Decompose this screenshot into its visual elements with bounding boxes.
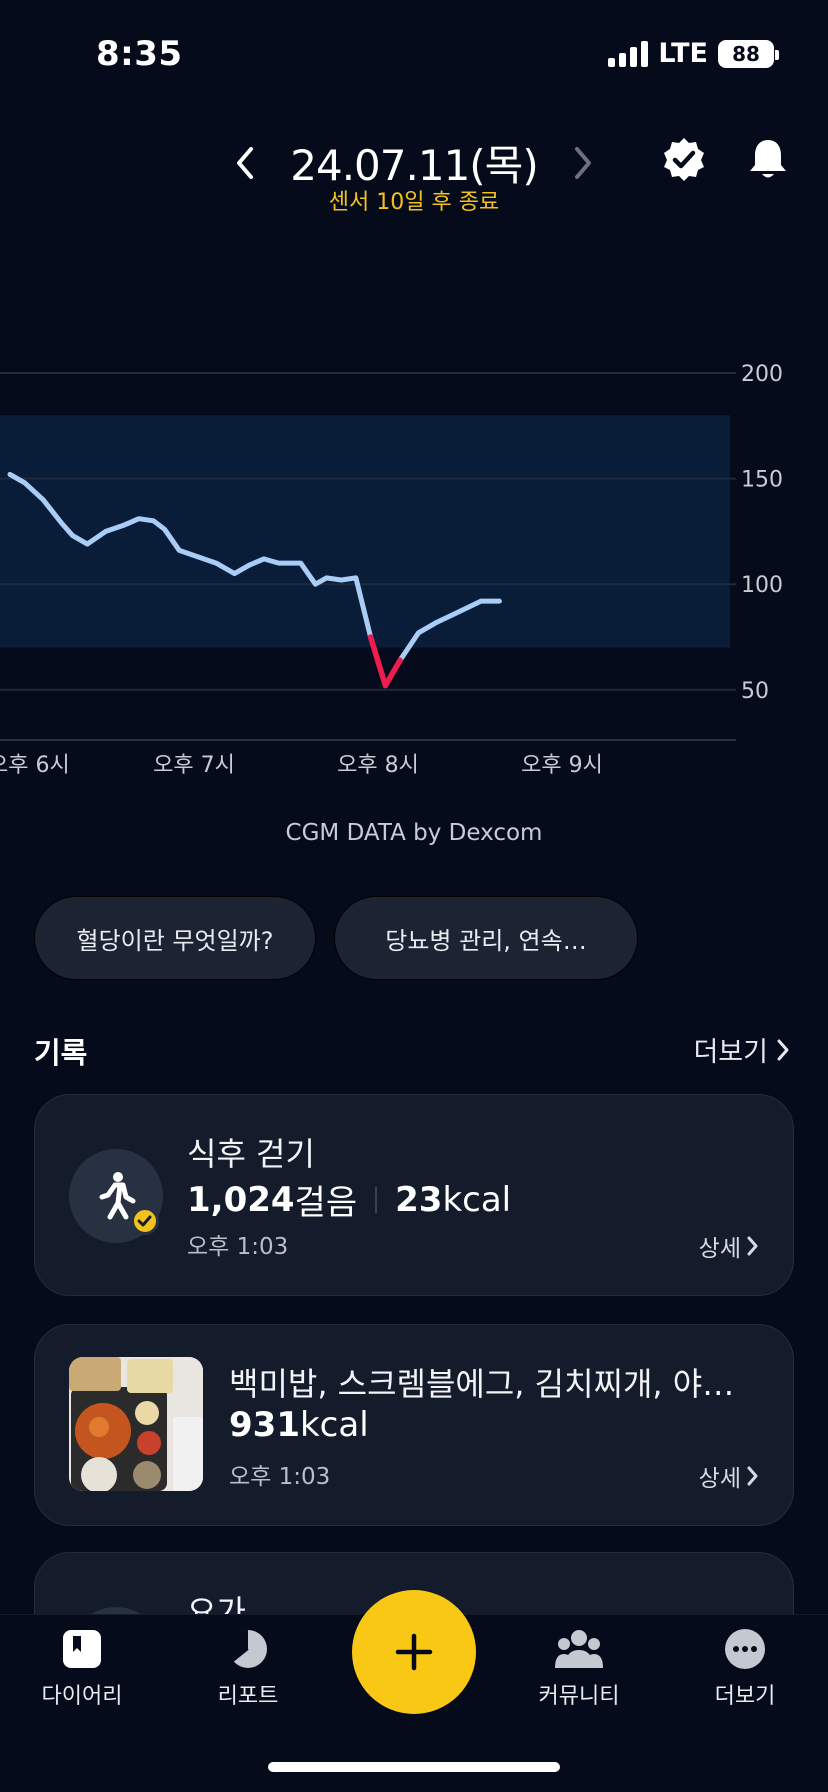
detail-label: 상세 (698, 1236, 741, 1262)
records-more-label: 더보기 (693, 1037, 768, 1068)
report-icon (228, 1629, 267, 1668)
home-indicator (268, 1762, 560, 1772)
add-record-button[interactable] (352, 1590, 476, 1714)
verified-button[interactable] (662, 136, 706, 182)
status-indicators: LTE 88 (608, 38, 779, 69)
nav-report[interactable]: 리포트 (183, 1628, 313, 1710)
steps-value: 1,024 (187, 1179, 295, 1220)
record-title: 식후 걷기 (187, 1135, 315, 1173)
next-day-button[interactable] (568, 143, 598, 183)
verified-badge-icon (664, 138, 704, 181)
nav-diary[interactable]: 다이어리 (17, 1628, 147, 1710)
bell-icon (750, 140, 786, 178)
plus-icon (395, 1633, 433, 1671)
records-title: 기록 (34, 1036, 88, 1070)
x-tick-label: 오후 7시 (153, 753, 235, 778)
chevron-right-icon (777, 1039, 789, 1060)
chevron-right-icon (747, 1236, 758, 1256)
record-time: 오후 1:03 (229, 1464, 331, 1490)
community-icon (555, 1630, 603, 1668)
record-detail-link[interactable]: 상세 (699, 1459, 759, 1493)
battery-icon: 88 (718, 39, 779, 68)
chip-diabetes-management[interactable]: 당뇨병 관리, 연속… (334, 896, 638, 980)
record-card-walk[interactable]: 식후 걷기 1,024 걸음 23 kcal 오후 1:03 상세 (34, 1094, 794, 1296)
y-tick-label: 150 (741, 468, 783, 493)
nav-community-label: 커뮤니티 (538, 1684, 620, 1709)
kcal-unit: kcal (442, 1179, 512, 1220)
x-tick-label: 오후 9시 (521, 753, 603, 778)
x-tick-label: 오후 8시 (337, 753, 419, 778)
glucose-chart[interactable]: 200 150 100 50 오후 6시 오후 7시 오후 8시 오후 9시 (0, 330, 828, 790)
more-icon (725, 1629, 765, 1669)
chevron-right-icon (747, 1466, 758, 1486)
y-tick-label: 50 (741, 679, 769, 704)
signal-icon (608, 40, 649, 67)
walk-stats: 1,024 걸음 23 kcal (187, 1175, 511, 1224)
meal-photo (69, 1357, 203, 1491)
status-time: 8:35 (96, 34, 183, 74)
kcal-unit: kcal (299, 1405, 369, 1445)
walking-icon (99, 1172, 136, 1220)
y-tick-label: 200 (741, 362, 783, 387)
records-more-link[interactable]: 더보기 (693, 1030, 790, 1069)
detail-label: 상세 (698, 1466, 741, 1492)
notification-button[interactable] (746, 136, 790, 182)
record-time: 오후 1:03 (187, 1234, 289, 1260)
meal-stats: 931 kcal (229, 1405, 369, 1445)
chip-what-is-blood-sugar[interactable]: 혈당이란 무엇일까? (34, 896, 316, 980)
nav-more[interactable]: 더보기 (680, 1628, 810, 1710)
sensor-notice: 센서 10일 후 종료 (328, 190, 500, 215)
nav-report-label: 리포트 (217, 1684, 279, 1709)
diary-icon (63, 1630, 101, 1668)
chevron-right-icon (574, 146, 591, 179)
nav-community[interactable]: 커뮤니티 (514, 1628, 644, 1710)
completed-check-icon (131, 1207, 159, 1235)
nav-diary-label: 다이어리 (41, 1684, 123, 1709)
x-tick-label: 오후 6시 (0, 753, 70, 778)
steps-unit: 걸음 (294, 1183, 358, 1223)
kcal-value: 23 (395, 1179, 443, 1220)
record-title: 백미밥, 스크렘블에그, 김치찌개, 야… (229, 1365, 735, 1403)
nav-more-label: 더보기 (714, 1684, 776, 1709)
stats-divider (375, 1186, 378, 1213)
prev-day-button[interactable] (230, 143, 260, 183)
kcal-value: 931 (229, 1405, 300, 1445)
chevron-left-icon (237, 146, 254, 179)
cgm-credit: CGM DATA by Dexcom (285, 820, 543, 846)
record-card-meal[interactable]: 백미밥, 스크렘블에그, 김치찌개, 야… 931 kcal 오후 1:03 상… (34, 1324, 794, 1526)
network-label: LTE (658, 38, 708, 69)
record-detail-link[interactable]: 상세 (699, 1229, 759, 1263)
y-tick-label: 100 (741, 573, 783, 598)
